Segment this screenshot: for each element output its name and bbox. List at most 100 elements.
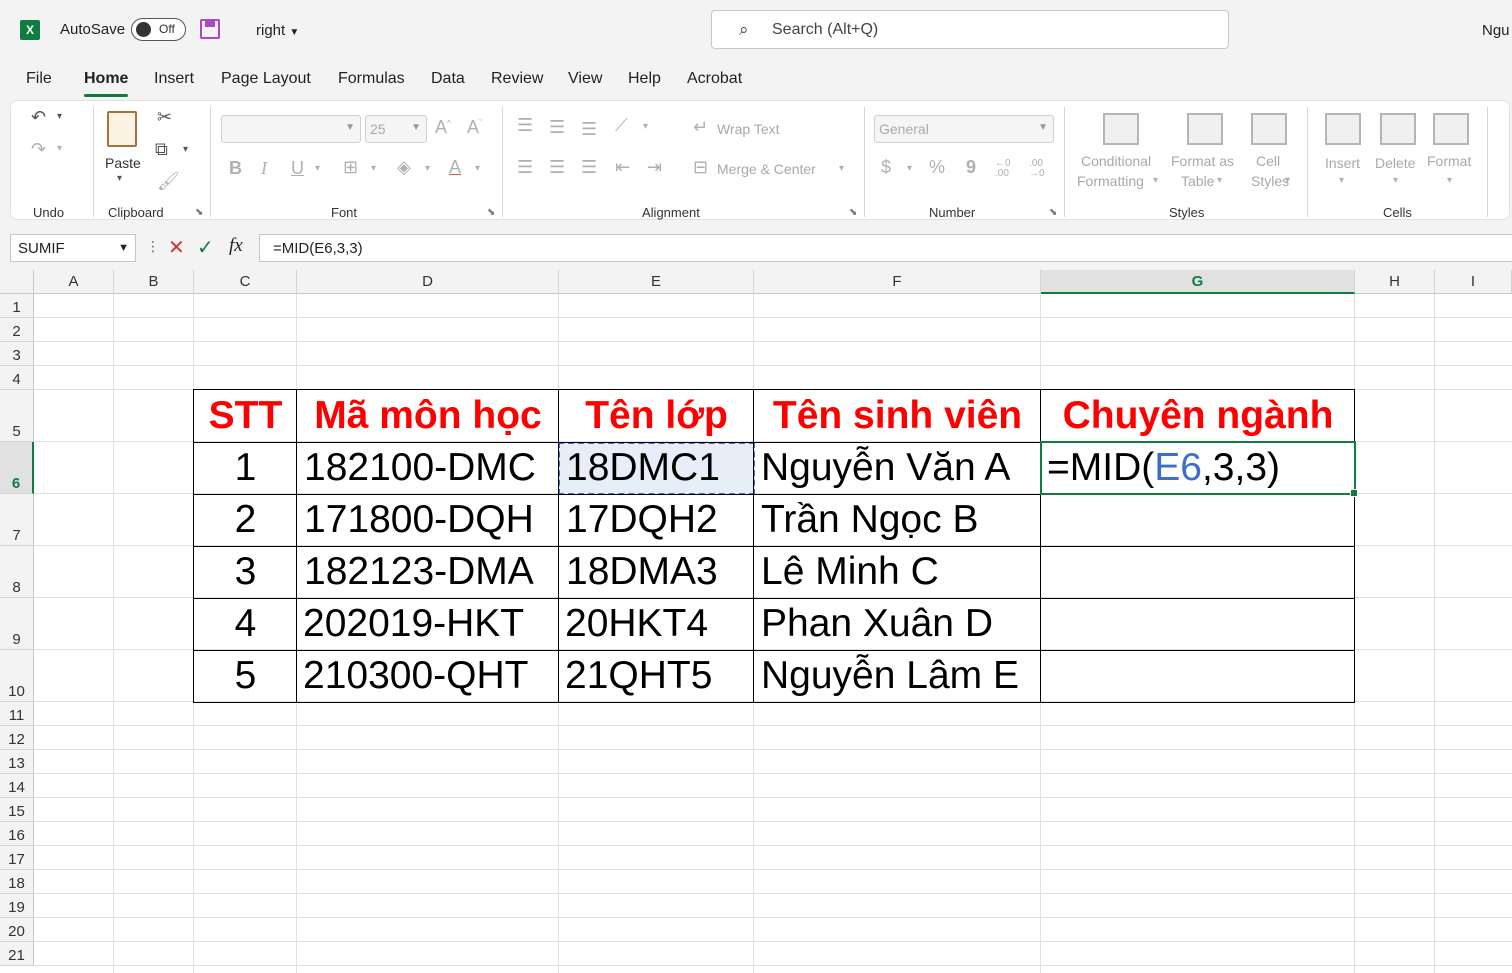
format-dropdown-icon[interactable]: ▾	[1447, 175, 1452, 186]
increase-indent-icon[interactable]: ⇥	[647, 157, 662, 178]
paste-dropdown-icon[interactable]: ▾	[117, 173, 122, 184]
increase-font-icon[interactable]: A^	[435, 117, 451, 138]
merge-dropdown-icon[interactable]: ▾	[839, 163, 844, 174]
row-header[interactable]: 9	[0, 598, 34, 650]
decrease-font-icon[interactable]: Aˇ	[467, 117, 482, 138]
table-cell-ten-sinh-vien[interactable]: Lê Minh C	[761, 546, 939, 598]
alignment-launcher-icon[interactable]: ⬊	[849, 207, 857, 218]
italic-button[interactable]: I	[261, 158, 267, 179]
enter-icon[interactable]: ✓	[197, 235, 214, 260]
increase-decimal-button[interactable]: ←0 .00	[995, 159, 1021, 179]
borders-icon[interactable]: ⊞	[343, 157, 358, 178]
header-cell-ten-sinh-vien[interactable]: Tên sinh viên	[754, 390, 1041, 442]
decrease-decimal-button[interactable]: .00 →0	[1029, 159, 1055, 179]
tab-home[interactable]: Home	[84, 70, 129, 97]
conditional-formatting-label-2[interactable]: Formatting	[1077, 173, 1144, 189]
table-cell-ten-sinh-vien[interactable]: Trần Ngọc B	[761, 494, 978, 546]
delete-cells-icon[interactable]	[1380, 113, 1416, 145]
font-color-dropdown-icon[interactable]: ▾	[475, 163, 480, 174]
row-header[interactable]: 10	[0, 650, 34, 702]
table-cell-stt[interactable]: 3	[194, 546, 297, 598]
header-cell-ma-mon-hoc[interactable]: Mã môn học	[297, 390, 559, 442]
cancel-icon[interactable]: ✕	[168, 235, 185, 260]
font-color-icon[interactable]: A	[449, 157, 461, 178]
insert-cells-icon[interactable]	[1325, 113, 1361, 145]
column-header-c[interactable]: C	[194, 270, 297, 294]
format-as-table-dropdown-icon[interactable]: ▾	[1217, 175, 1222, 186]
column-header-d[interactable]: D	[297, 270, 559, 294]
conditional-formatting-label-1[interactable]: Conditional	[1081, 153, 1151, 169]
underline-button[interactable]: U	[291, 158, 304, 179]
bold-button[interactable]: B	[229, 158, 242, 179]
delete-cells-button[interactable]: Delete	[1375, 155, 1415, 171]
insert-function-icon[interactable]: fx	[229, 235, 243, 257]
cell-styles-dropdown-icon[interactable]: ▾	[1285, 175, 1290, 186]
wrap-text-icon[interactable]: ↵	[693, 117, 708, 138]
worksheet-grid[interactable]: A B C D E F G H I 1 2 3 4 5 6 7 8 9 10 11 12 13 14 15 1…	[0, 270, 1512, 973]
number-format-combo[interactable]: General ▼	[874, 115, 1054, 143]
row-header[interactable]: 6	[0, 442, 34, 494]
row-header[interactable]: 11	[0, 702, 34, 726]
delete-dropdown-icon[interactable]: ▾	[1393, 175, 1398, 186]
copy-dropdown-icon[interactable]: ▾	[183, 144, 188, 155]
align-middle-icon[interactable]: ☰	[549, 117, 565, 138]
name-box[interactable]: SUMIF ▼	[10, 234, 136, 262]
row-header[interactable]: 5	[0, 390, 34, 442]
row-header[interactable]: 14	[0, 774, 34, 798]
row-header[interactable]: 20	[0, 918, 34, 942]
tab-help[interactable]: Help	[628, 70, 661, 88]
paste-icon[interactable]	[107, 111, 137, 147]
row-header[interactable]: 8	[0, 546, 34, 598]
document-name[interactable]: right ▼	[256, 22, 299, 39]
align-bottom-icon[interactable]: ☰	[581, 119, 597, 140]
currency-button[interactable]: $	[881, 157, 891, 178]
format-cells-icon[interactable]	[1433, 113, 1469, 145]
row-header[interactable]: 12	[0, 726, 34, 750]
table-cell-ma-mon[interactable]: 202019-HKT	[303, 598, 524, 650]
merge-center-button[interactable]: Merge & Center	[717, 161, 816, 177]
row-header[interactable]: 1	[0, 294, 34, 318]
orientation-dropdown-icon[interactable]: ▾	[643, 121, 648, 132]
table-cell-ten-lop[interactable]: 21QHT5	[565, 650, 712, 702]
font-name-combo[interactable]: ▼	[221, 115, 361, 143]
table-cell-ma-mon[interactable]: 210300-QHT	[303, 650, 528, 702]
tab-review[interactable]: Review	[491, 70, 543, 88]
table-cell-stt[interactable]: 4	[194, 598, 297, 650]
header-cell-chuyen-nganh[interactable]: Chuyên ngành	[1041, 390, 1355, 442]
tab-acrobat[interactable]: Acrobat	[687, 70, 742, 88]
format-as-table-icon[interactable]	[1187, 113, 1223, 145]
cut-icon[interactable]: ✂	[157, 107, 172, 128]
table-cell-ten-lop[interactable]: 17DQH2	[566, 494, 718, 546]
more-options-icon[interactable]: ⋮	[146, 238, 160, 255]
tab-data[interactable]: Data	[431, 70, 465, 88]
cell-styles-icon[interactable]	[1251, 113, 1287, 145]
copy-icon[interactable]: ⧉	[155, 139, 168, 160]
user-name[interactable]: Ngu	[1482, 22, 1510, 39]
table-cell-ten-sinh-vien[interactable]: Nguyễn Lâm E	[761, 650, 1019, 702]
row-header[interactable]: 3	[0, 342, 34, 366]
column-header-e[interactable]: E	[559, 270, 754, 294]
percent-button[interactable]: %	[929, 157, 945, 178]
undo-icon[interactable]: ↶	[31, 107, 46, 128]
table-cell-ten-lop[interactable]: 20HKT4	[565, 598, 708, 650]
table-cell-ma-mon[interactable]: 171800-DQH	[304, 494, 534, 546]
wrap-text-button[interactable]: Wrap Text	[717, 121, 780, 137]
table-cell-ten-sinh-vien[interactable]: Nguyễn Văn A	[761, 442, 1010, 494]
fill-color-icon[interactable]: ◈	[397, 157, 411, 178]
format-as-table-label-1[interactable]: Format as	[1171, 153, 1234, 169]
column-header-g[interactable]: G	[1041, 270, 1355, 294]
table-cell-ma-mon[interactable]: 182123-DMA	[304, 546, 534, 598]
insert-dropdown-icon[interactable]: ▾	[1339, 175, 1344, 186]
header-cell-stt[interactable]: STT	[194, 390, 297, 442]
table-cell-ten-lop[interactable]: 18DMC1	[566, 442, 720, 494]
redo-dropdown-icon[interactable]: ▾	[57, 143, 62, 154]
autosave-toggle[interactable]: Off	[131, 18, 186, 41]
row-header[interactable]: 17	[0, 846, 34, 870]
column-header-i[interactable]: I	[1435, 270, 1512, 294]
row-header[interactable]: 19	[0, 894, 34, 918]
row-header[interactable]: 2	[0, 318, 34, 342]
format-painter-icon[interactable]: 🖌	[157, 171, 180, 192]
paste-button[interactable]: Paste	[105, 155, 141, 171]
row-header[interactable]: 21	[0, 942, 34, 966]
column-header-f[interactable]: F	[754, 270, 1041, 294]
